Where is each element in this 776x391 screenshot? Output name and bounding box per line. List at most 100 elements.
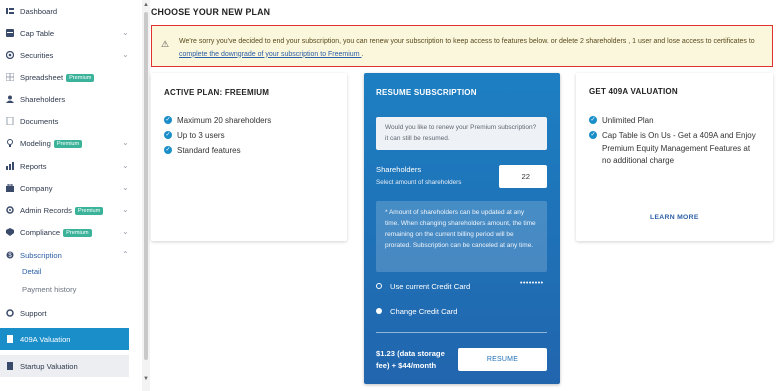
sidebar-item-label: Support — [20, 308, 47, 318]
current-card-label[interactable]: Use current Credit Card — [390, 282, 470, 291]
documents-icon — [6, 117, 14, 125]
sidebar-item-label: Spreadsheet Premium — [20, 73, 95, 82]
resume-title: RESUME SUBSCRIPTION — [376, 88, 477, 97]
shareholders-sublabel: Select amount of shareholders — [376, 179, 462, 186]
warning-icon: ⚠ — [161, 39, 170, 49]
alert-text: We're sorry you've decided to end your s… — [179, 38, 755, 45]
premium-badge: Premium — [66, 73, 95, 82]
valuation-card: GET 409A VALUATION ✓ Unlimited Plan ✓ Cap … — [576, 73, 773, 241]
current-card-radio[interactable] — [376, 283, 382, 289]
learn-more-link[interactable]: LEARN MORE — [650, 214, 699, 221]
cap-table-icon — [6, 29, 14, 37]
chevron-down-icon: ⌄ — [122, 50, 129, 59]
sidebar-item-label: 409A Valuation — [20, 334, 71, 344]
sidebar-item-label: Cap Table — [20, 28, 55, 38]
sidebar-item-label: Securities — [20, 50, 54, 60]
sidebar-item-spreadsheet[interactable]: Spreadsheet Premium — [0, 68, 136, 86]
sidebar-item-label: Subscription — [20, 250, 62, 260]
sidebar-item-company[interactable]: Company ⌄ — [0, 179, 136, 197]
premium-badge: Premium — [63, 228, 92, 237]
change-card-label[interactable]: Change Credit Card — [390, 307, 458, 316]
feature-item: ✓ Maximum 20 shareholders — [164, 115, 271, 128]
scrollbar-thumb[interactable] — [144, 12, 148, 360]
change-card-radio[interactable] — [376, 308, 382, 314]
active-plan-title: ACTIVE PLAN: FREEMIUM — [164, 88, 270, 97]
sidebar-item-dashboard[interactable]: Dashboard — [0, 2, 136, 20]
sidebar-item-admin-records[interactable]: Admin Records Premium ⌄ — [0, 201, 136, 219]
valuation-title: GET 409A VALUATION — [589, 87, 678, 96]
compliance-icon — [6, 228, 14, 236]
alert-message: We're sorry you've decided to end your s… — [179, 36, 764, 61]
resume-subscription-card: RESUME SUBSCRIPTION Would you like to re… — [364, 73, 560, 384]
sidebar-item-subscription[interactable]: $ Subscription ⌃ — [0, 246, 136, 264]
company-icon — [6, 184, 14, 192]
support-icon — [6, 309, 14, 317]
page-title: CHOOSE YOUR NEW PLAN — [151, 7, 271, 17]
dashboard-icon — [6, 7, 14, 15]
check-icon: ✓ — [164, 146, 172, 154]
scroll-down-arrow-icon[interactable]: ▼ — [143, 376, 149, 382]
check-icon: ✓ — [164, 131, 172, 139]
feature-text: Maximum 20 shareholders — [177, 116, 272, 125]
active-plan-card: ACTIVE PLAN: FREEMIUM ✓ Maximum 20 shareh… — [151, 73, 347, 241]
sidebar-item-securities[interactable]: Securities ⌄ — [0, 46, 136, 64]
startup-valuation-icon — [6, 362, 14, 370]
spreadsheet-icon — [6, 73, 14, 81]
sidebar-item-label: Modeling Premium — [20, 139, 83, 148]
valuation-doc-icon — [6, 335, 14, 343]
modeling-icon — [6, 139, 14, 147]
sidebar-item-label: Reports — [20, 161, 47, 171]
feature-text: Standard features — [177, 146, 241, 155]
feature-item: ✓ Cap Table is On Us - Get a 409A and Enj… — [589, 130, 759, 168]
admin-records-icon — [6, 206, 14, 214]
sidebar-item-label: Dashboard — [20, 6, 58, 16]
sidebar-item-shareholders[interactable]: Shareholders — [0, 90, 136, 108]
feature-text: Up to 3 users — [177, 131, 225, 140]
sidebar-item-label: Startup Valuation — [20, 361, 78, 371]
chevron-down-icon: ⌄ — [122, 205, 129, 214]
sidebar-item-startup-valuation[interactable]: Startup Valuation — [0, 355, 129, 377]
sidebar-subitem-payment-history[interactable]: Payment history — [22, 285, 76, 294]
chevron-down-icon: ⌄ — [122, 227, 129, 236]
feature-item: ✓ Standard features — [164, 145, 241, 158]
securities-icon — [6, 51, 14, 59]
shareholders-label: Shareholders — [376, 165, 422, 174]
sidebar-item-reports[interactable]: Reports ⌄ — [0, 157, 136, 175]
feature-text: Cap Table is On Us - Get a 409A and Enjo… — [602, 131, 756, 165]
check-icon: ✓ — [164, 116, 172, 124]
sidebar-item-label: Company — [20, 183, 53, 193]
downgrade-alert: ⚠ We're sorry you've decided to end your… — [151, 25, 773, 67]
chevron-down-icon: ⌄ — [122, 161, 129, 170]
feature-item: ✓ Unlimited Plan — [589, 115, 654, 128]
subscription-icon: $ — [6, 251, 14, 259]
downgrade-link[interactable]: complete the downgrade of your subscript… — [179, 51, 361, 58]
feature-text: Unlimited Plan — [602, 116, 654, 125]
feature-item: ✓ Up to 3 users — [164, 130, 225, 143]
sidebar-item-label: Compliance Premium — [20, 228, 92, 237]
price-summary: $1.23 (data storage fee) + $44/month — [376, 349, 445, 370]
resume-question: Would you like to renew your Premium sub… — [376, 117, 547, 150]
check-icon: ✓ — [589, 131, 597, 139]
sidebar: Dashboard Cap Table ⌄ Securities ⌄ Sprea… — [0, 0, 141, 391]
divider — [376, 332, 547, 333]
shareholders-input[interactable]: 22 — [499, 165, 547, 188]
chevron-up-icon: ⌃ — [122, 250, 129, 259]
sidebar-item-documents[interactable]: Documents — [0, 112, 136, 130]
resume-button[interactable]: RESUME — [458, 348, 547, 371]
scroll-up-arrow-icon[interactable]: ▲ — [143, 2, 149, 8]
sidebar-subitem-detail[interactable]: Detail — [22, 267, 41, 276]
card-number-mask: •••••••• — [520, 280, 544, 287]
premium-badge: Premium — [53, 139, 83, 148]
chevron-down-icon: ⌄ — [122, 183, 129, 192]
sidebar-item-compliance[interactable]: Compliance Premium ⌄ — [0, 223, 136, 241]
sidebar-item-409a-valuation[interactable]: 409A Valuation — [0, 328, 129, 350]
sidebar-item-label: Admin Records Premium — [20, 206, 104, 215]
sidebar-item-modeling[interactable]: Modeling Premium ⌄ — [0, 134, 136, 152]
sidebar-item-cap-table[interactable]: Cap Table ⌄ — [0, 24, 136, 42]
subscription-info: * Amount of shareholders can be updated … — [376, 201, 547, 272]
sidebar-item-label: Shareholders — [20, 94, 66, 104]
premium-badge: Premium — [74, 206, 104, 215]
sidebar-item-support[interactable]: Support — [0, 304, 136, 322]
check-icon: ✓ — [589, 116, 597, 124]
reports-icon — [6, 162, 14, 170]
